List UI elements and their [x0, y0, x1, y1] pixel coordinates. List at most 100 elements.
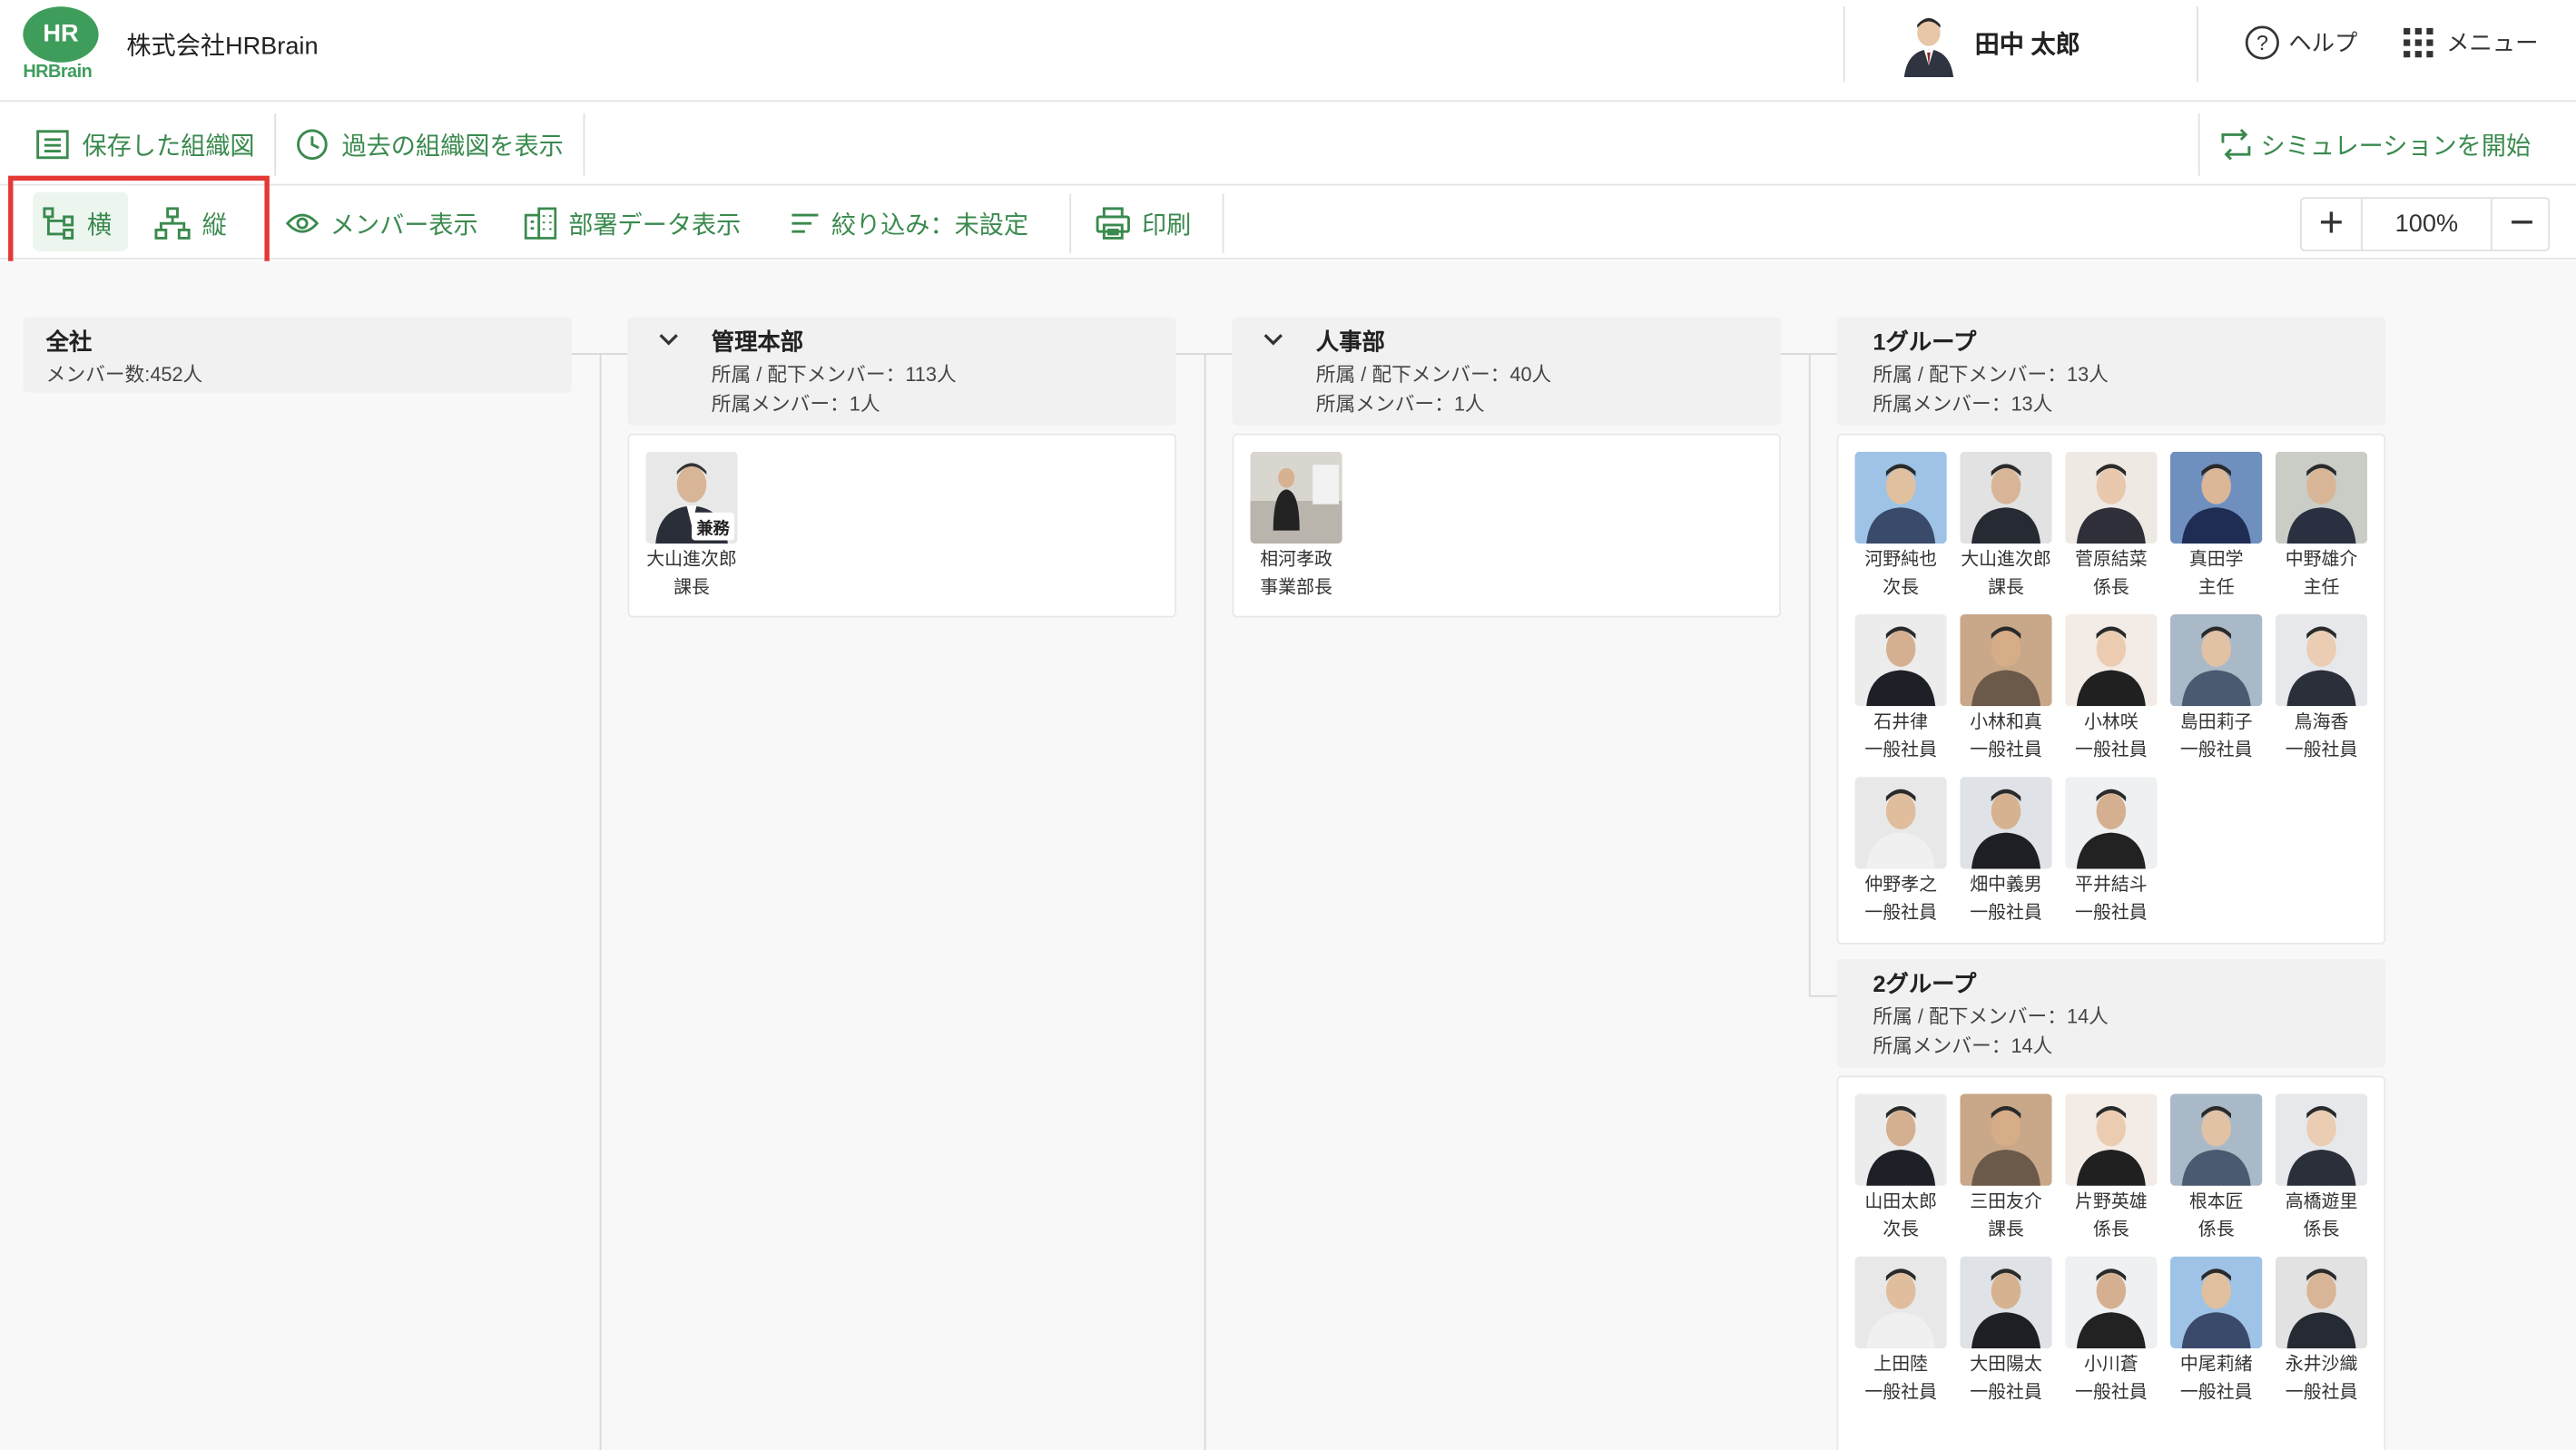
- highlight-box: [8, 175, 270, 275]
- app-header: HR HRBrain 株式会社HRBrain 田中 太郎 ? ヘルプ メニュー: [0, 0, 2576, 103]
- member-card[interactable]: 高橋遊里 係長: [2272, 1093, 2371, 1245]
- member-card[interactable]: 河野純也 次長: [1852, 451, 1951, 603]
- filter-lines-icon: [791, 213, 819, 233]
- member-card[interactable]: 真田学 主任: [2167, 451, 2266, 603]
- start-simulation-button[interactable]: シミュレーションを開始: [2218, 125, 2531, 164]
- connector-line: [1204, 353, 1206, 1450]
- simulation-icon: [2221, 128, 2251, 161]
- member-photo: [2065, 613, 2158, 707]
- dept-member-box: 山田太郎 次長 三田友介 課長 片野英雄 係長 根本匠 係長 高橋遊里 係長 上田陸 一般社員 大田陽太…: [1836, 1075, 2386, 1450]
- member-card[interactable]: 小林和真 一般社員: [1957, 613, 2056, 766]
- member-title: 一般社員: [1970, 1383, 2042, 1403]
- dept-sub-count: 所属 / 配下メンバー：113人: [711, 363, 957, 387]
- member-name: 大田陽太: [1970, 1355, 2042, 1375]
- member-card[interactable]: 畑中義男 一般社員: [1957, 777, 2056, 928]
- member-photo: [2065, 777, 2158, 869]
- member-name: 平井結斗: [2075, 875, 2148, 896]
- eye-icon: [285, 213, 320, 233]
- filter-label: 絞り込み：未設定: [831, 211, 1029, 240]
- member-photo: [1960, 613, 2052, 707]
- member-photo: [1854, 1256, 1947, 1349]
- org-chart-canvas[interactable]: 全社 メンバー数:452人 管理本部 所属 / 配下メンバー：113人 所属メン…: [0, 260, 2576, 1450]
- concurrent-post-badge: 兼務: [692, 512, 735, 541]
- connector-line: [1808, 994, 1837, 997]
- logo-wordmark: HRBrain: [23, 62, 93, 83]
- dept-member-box: 河野純也 次長 大山進次郎 課長 菅原結菜 係長 真田学 主任 中野雄介 主任 石井律 一般社員 小林和…: [1836, 433, 2386, 945]
- user-avatar[interactable]: [1897, 11, 1961, 78]
- member-card[interactable]: 大田陽太 一般社員: [1957, 1256, 2056, 1408]
- member-card[interactable]: 上田陸 一般社員: [1852, 1256, 1951, 1408]
- dept-name: 2グループ: [1873, 970, 1977, 997]
- member-view-button[interactable]: メンバー表示: [285, 203, 478, 242]
- chart-toolbar: 保存した組織図 過去の組織図を表示 シミュレーションを開始: [0, 103, 2576, 186]
- member-card[interactable]: 山田太郎 次長: [1852, 1093, 1951, 1245]
- dept-node-hr[interactable]: 人事部 所属 / 配下メンバー：40人 所属メンバー：1人: [1232, 317, 1782, 426]
- dept-direct-count: 所属メンバー：14人: [1873, 1034, 2053, 1058]
- member-card[interactable]: 永井沙織 一般社員: [2272, 1256, 2371, 1408]
- member-card[interactable]: 中尾莉緒 一般社員: [2167, 1256, 2266, 1408]
- member-title: 課長: [1988, 1220, 2024, 1240]
- member-card[interactable]: 小川蒼 一般社員: [2062, 1256, 2161, 1408]
- member-card[interactable]: 片野英雄 係長: [2062, 1093, 2161, 1245]
- past-charts-button[interactable]: 過去の組織図を表示: [296, 125, 564, 164]
- member-title: 一般社員: [2179, 740, 2253, 761]
- company-name: 株式会社HRBrain: [126, 33, 319, 61]
- member-card[interactable]: 小林咲 一般社員: [2062, 613, 2161, 766]
- member-card[interactable]: 石井律 一般社員: [1852, 613, 1951, 766]
- member-photo: [2275, 1256, 2368, 1349]
- member-card[interactable]: 仲野孝之 一般社員: [1852, 777, 1951, 928]
- dept-node-admin[interactable]: 管理本部 所属 / 配下メンバー：113人 所属メンバー：1人: [627, 317, 1176, 426]
- filter-button[interactable]: 絞り込み：未設定: [791, 203, 1028, 242]
- logo-mark: HR: [23, 6, 99, 63]
- member-card[interactable]: 島田莉子 一般社員: [2167, 613, 2266, 766]
- user-name[interactable]: 田中 太郎: [1975, 26, 2080, 61]
- member-title: 主任: [2303, 578, 2340, 598]
- dept-name: 人事部: [1315, 328, 1385, 355]
- member-photo: [1960, 777, 2052, 869]
- member-photo: [2065, 1256, 2158, 1349]
- member-photo: [1854, 777, 1947, 869]
- menu-button[interactable]: メニュー: [2404, 23, 2538, 62]
- member-card[interactable]: 鳥海香 一般社員: [2272, 613, 2371, 766]
- dept-member-box: 相河孝政 事業部長: [1232, 433, 1782, 618]
- member-card[interactable]: 大山進次郎 課長: [1957, 451, 2056, 603]
- dept-sub-count: 所属 / 配下メンバー：40人: [1315, 363, 1552, 387]
- member-card[interactable]: 菅原結菜 係長: [2062, 451, 2161, 603]
- member-name: 畑中義男: [1970, 875, 2042, 896]
- header-divider: [2196, 6, 2198, 83]
- member-photo: [2065, 451, 2158, 544]
- member-card[interactable]: 三田友介 課長: [1957, 1093, 2056, 1245]
- member-name: 山田太郎: [1864, 1192, 1937, 1212]
- zoom-out-button[interactable]: −: [2490, 198, 2551, 250]
- member-card[interactable]: 平井結斗 一般社員: [2062, 777, 2161, 928]
- saved-charts-button[interactable]: 保存した組織図: [36, 125, 255, 164]
- member-photo: 兼務: [645, 451, 738, 544]
- company-node[interactable]: 全社 メンバー数:452人: [23, 317, 572, 393]
- member-title: 係長: [2197, 1220, 2235, 1240]
- connector-line: [599, 353, 602, 1450]
- member-name: 永井沙織: [2285, 1355, 2358, 1375]
- list-icon: [36, 130, 69, 160]
- chevron-down-icon[interactable]: [1262, 328, 1284, 351]
- help-label: ヘルプ: [2288, 29, 2358, 56]
- member-photo: [2170, 1256, 2263, 1349]
- member-title: 課長: [1988, 578, 2024, 598]
- dept-sub-count: 所属 / 配下メンバー：14人: [1873, 1004, 2109, 1029]
- chevron-down-icon[interactable]: [657, 328, 680, 351]
- member-card[interactable]: 根本匠 係長: [2167, 1093, 2266, 1245]
- member-name: 石井律: [1873, 712, 1929, 733]
- help-button[interactable]: ? ヘルプ: [2244, 23, 2357, 62]
- member-name: 片野英雄: [2075, 1192, 2148, 1212]
- member-name: 中野雄介: [2285, 550, 2358, 571]
- dept-node-group1[interactable]: 1グループ 所属 / 配下メンバー：13人 所属メンバー：13人: [1836, 317, 2386, 426]
- member-card[interactable]: 相河孝政 事業部長: [1247, 451, 1346, 603]
- member-card[interactable]: 中野雄介 主任: [2272, 451, 2371, 603]
- grid-menu-icon: [2404, 27, 2433, 58]
- print-button[interactable]: 印刷: [1096, 203, 1191, 242]
- dept-data-button[interactable]: 部署データ表示: [524, 203, 741, 242]
- hrbrain-logo[interactable]: HR HRBrain: [23, 6, 99, 83]
- member-card[interactable]: 兼務 大山進次郎 課長: [643, 451, 742, 603]
- dept-node-group2[interactable]: 2グループ 所属 / 配下メンバー：14人 所属メンバー：14人: [1836, 959, 2386, 1068]
- member-title: 一般社員: [2075, 903, 2148, 924]
- zoom-in-button[interactable]: +: [2302, 198, 2363, 250]
